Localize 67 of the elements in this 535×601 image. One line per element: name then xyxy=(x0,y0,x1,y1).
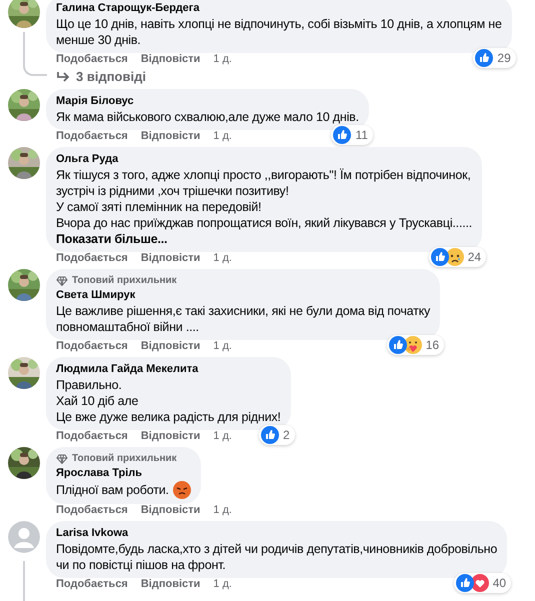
default-avatar-icon xyxy=(8,521,40,553)
comment-text: Це важливе рішення,є такі захисники, які не були дома від початку xyxy=(56,303,430,319)
action-link[interactable]: Подобається xyxy=(56,430,128,443)
comment-text: Це вже дуже велика радість для рідних! xyxy=(56,409,281,425)
comment-text: Плідної вам роботи. xyxy=(56,482,169,498)
comment-text: зустріч із рідними ,хоч трішечки позитиву! xyxy=(56,183,290,199)
thumbs-up-icon xyxy=(430,248,449,266)
action-link[interactable]: Відповісти xyxy=(140,252,200,265)
reaction-counter[interactable]: 29 xyxy=(473,48,516,68)
timestamp[interactable]: 1 д. xyxy=(213,504,232,517)
angry-face-icon xyxy=(172,481,191,499)
diamond-icon xyxy=(56,454,68,464)
reaction-counter[interactable]: 16 xyxy=(386,335,444,355)
thumbs-up-icon xyxy=(261,426,280,444)
comment-text: У самої зяті племінник на передовій! xyxy=(56,199,262,215)
action-link[interactable]: Подобається xyxy=(56,252,128,265)
comment-text: Повідомте,будь ласка,хто з дітей чи родичів депутатів,чиновників добровільно xyxy=(56,541,498,557)
action-link[interactable]: Подобається xyxy=(56,504,128,517)
author-name[interactable]: Галина Старощук-Бердега xyxy=(56,1,502,16)
show-more-link[interactable]: Показати більше... xyxy=(56,231,472,247)
crying-face-icon xyxy=(446,248,464,266)
author-name[interactable]: Марія Біловус xyxy=(56,94,359,109)
comment-text: менше 30 днів. xyxy=(56,32,142,48)
timestamp[interactable]: 1 д. xyxy=(213,430,232,443)
action-link[interactable]: Подобається xyxy=(56,130,128,143)
action-link[interactable]: Відповісти xyxy=(140,340,200,353)
comment-text: Що це 10 днів, навіть хлопці не відпочинуть, собі візьміть 10 днів, а хлопцям не xyxy=(56,16,502,32)
hugging-face-icon xyxy=(404,336,422,354)
thumbs-up-icon xyxy=(388,336,407,354)
reply-arrow-icon xyxy=(56,70,70,82)
action-link[interactable]: Подобається xyxy=(56,578,128,591)
timestamp[interactable]: 1 д. xyxy=(213,340,232,353)
thread-line xyxy=(23,32,47,76)
comment-text: чи по повістці пішов на фронт. xyxy=(56,557,227,573)
timestamp[interactable]: 1 д. xyxy=(213,130,232,143)
thumbs-up-icon xyxy=(475,49,494,67)
diamond-icon xyxy=(56,276,68,286)
action-link[interactable]: Відповісти xyxy=(140,430,200,443)
thumbs-up-icon xyxy=(456,574,474,592)
comment-text: Як мама військового схвалюю,але дуже мало 10 днів. xyxy=(56,109,359,125)
timestamp[interactable]: 1 д. xyxy=(213,252,232,265)
comment-text: повномаштабної війни .... xyxy=(56,319,200,335)
author-name[interactable]: Людмила Гайда Мекелита xyxy=(56,362,281,377)
reaction-counter[interactable]: 2 xyxy=(259,425,295,445)
action-link[interactable]: Подобається xyxy=(56,53,128,66)
author-name[interactable]: Ярослава Тріль xyxy=(56,466,191,481)
action-link[interactable]: Подобається xyxy=(56,340,128,353)
author-name[interactable]: Света Шмирук xyxy=(56,288,430,303)
author-name[interactable]: Ольга Руда xyxy=(56,152,472,167)
action-link[interactable]: Відповісти xyxy=(140,130,200,143)
action-link[interactable]: Відповісти xyxy=(140,578,200,591)
thumbs-up-icon xyxy=(333,126,352,144)
action-link[interactable]: Відповісти xyxy=(140,53,200,66)
reaction-counter[interactable]: 11 xyxy=(331,125,373,145)
comment-text: Хай 10 діб але xyxy=(56,393,140,409)
timestamp[interactable]: 1 д. xyxy=(213,578,232,591)
comment-text: Правильно. xyxy=(56,377,123,393)
action-link[interactable]: Відповісти xyxy=(140,504,200,517)
view-replies-link[interactable]: 3 відповіді xyxy=(46,68,146,85)
reaction-counter[interactable]: 40 xyxy=(454,573,512,593)
author-name[interactable]: Larisa Ivkowa xyxy=(56,526,498,541)
reaction-counter[interactable]: 24 xyxy=(428,247,486,267)
top-fan-label: Топовий прихильник xyxy=(72,452,177,466)
timestamp[interactable]: 1 д. xyxy=(213,53,232,66)
top-fan-label: Топовий прихильник xyxy=(72,274,177,288)
comment-text: Як тішуся з того, адже хлопці просто ,,вигорають"! Їм потрібен відпочинок, xyxy=(56,167,472,183)
comment-text: Вчора до нас приїжджав попрощатися воїн, який лікувався у Трускавці...... xyxy=(56,215,472,231)
